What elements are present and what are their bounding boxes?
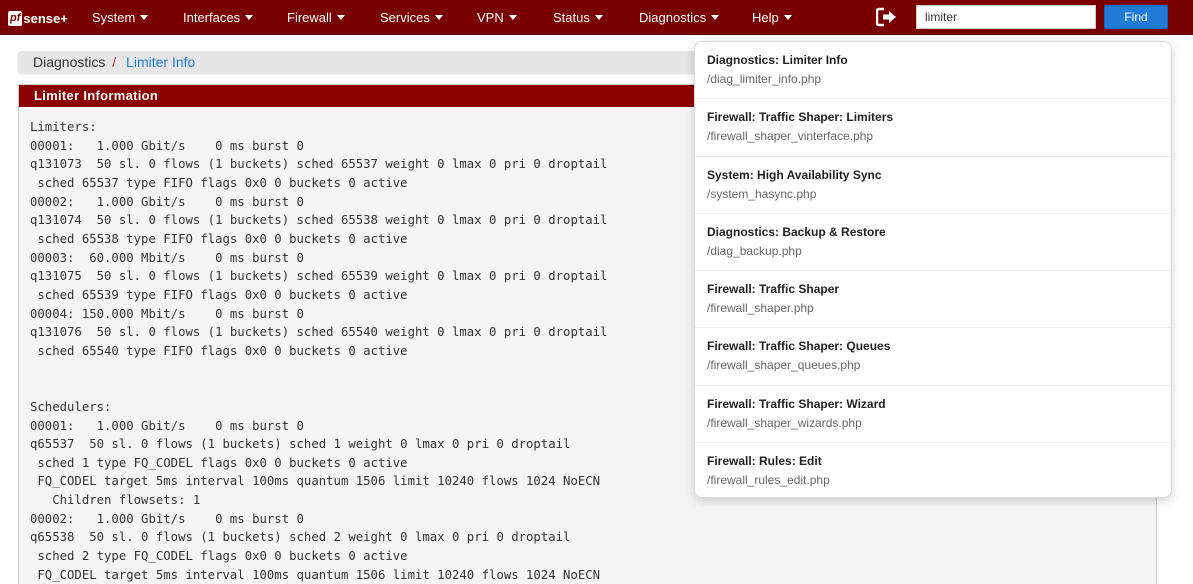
search-result-item[interactable]: System: High Availability Sync /system_h… [695, 157, 1171, 214]
search-input[interactable] [916, 5, 1096, 29]
caret-down-icon [434, 15, 443, 21]
logo-pf: pf [8, 10, 23, 26]
sign-out-icon[interactable] [875, 7, 898, 27]
search-result-path: /firewall_shaper_queues.php [707, 358, 861, 373]
nav-menu-diagnostics[interactable]: Diagnostics [639, 0, 720, 35]
search-result-title: Diagnostics: Limiter Info [707, 53, 848, 67]
search-result-path: /diag_backup.php [707, 243, 802, 258]
search-result-item[interactable]: Firewall: Rules: Edit /firewall_rules_ed… [695, 443, 1171, 497]
search-result-item[interactable]: Firewall: Traffic Shaper: Limiters /fire… [695, 99, 1171, 157]
search-result-title: Firewall: Traffic Shaper: Wizard [707, 396, 886, 411]
search-result-path: /firewall_shaper_wizards.php [707, 415, 862, 430]
nav-menu-label: VPN [477, 10, 504, 25]
search-result-title: Firewall: Rules: Edit [707, 453, 822, 468]
breadcrumb-parent[interactable]: Diagnostics [33, 54, 105, 70]
nav-menu-interfaces[interactable]: Interfaces [183, 0, 254, 35]
search-result-path: /firewall_shaper_vinterface.php [707, 129, 874, 144]
nav-menu-label: Services [380, 10, 430, 25]
search-result-item[interactable]: Firewall: Traffic Shaper /firewall_shape… [695, 271, 1171, 329]
caret-down-icon [508, 15, 517, 21]
nav-menu-label: Firewall [287, 10, 332, 25]
search-result-title: Diagnostics: Backup & Restore [707, 224, 886, 239]
limiter-output: Limiters: 00001: 1.000 Gbit/s 0 ms burst… [30, 120, 608, 582]
search-result-item[interactable]: Diagnostics: Backup & Restore /diag_back… [695, 214, 1171, 271]
breadcrumb-separator: / [112, 54, 117, 70]
caret-down-icon [783, 15, 792, 21]
search-result-path: /system_hasync.php [707, 186, 817, 201]
search-result-title: Firewall: Traffic Shaper [707, 282, 840, 296]
search-result-item[interactable]: Firewall: Traffic Shaper: Queues /firewa… [695, 328, 1171, 386]
nav-menu-label: Help [752, 10, 779, 25]
nav-menu-label: Status [553, 10, 590, 25]
nav-menu-vpn[interactable]: VPN [477, 0, 517, 35]
breadcrumb-current[interactable]: Limiter Info [126, 54, 195, 70]
search-result-item[interactable]: Diagnostics: Limiter Info /diag_limiter_… [695, 42, 1171, 100]
caret-down-icon [336, 15, 345, 21]
caret-down-icon [711, 15, 720, 21]
pfsense-logo[interactable]: pf sense+ [8, 9, 68, 27]
search-results-dropdown: Diagnostics: Limiter Info /diag_limiter_… [694, 41, 1172, 498]
nav-menu-label: Interfaces [183, 10, 241, 25]
top-navbar: pf sense+ System Interfaces Firewall Ser… [0, 0, 1193, 35]
nav-menu-label: Diagnostics [639, 10, 707, 25]
search-result-title: Firewall: Traffic Shaper: Limiters [707, 110, 894, 125]
search-result-title: Firewall: Traffic Shaper: Queues [707, 339, 891, 354]
nav-menu-status[interactable]: Status [553, 0, 603, 35]
caret-down-icon [245, 15, 254, 21]
nav-menu-services[interactable]: Services [380, 0, 443, 35]
caret-down-icon [594, 15, 603, 21]
breadcrumb: Diagnostics / Limiter Info [18, 51, 718, 73]
search-result-item[interactable]: Firewall: Traffic Shaper: Wizard /firewa… [695, 386, 1171, 443]
search-result-path: /firewall_rules_edit.php [707, 472, 830, 487]
search-result-path: /firewall_shaper.php [707, 301, 814, 315]
caret-down-icon [140, 15, 149, 21]
nav-menu-firewall[interactable]: Firewall [287, 0, 345, 35]
nav-menu-label: System [92, 10, 136, 25]
nav-menu-help[interactable]: Help [752, 0, 792, 35]
search-result-path: /diag_limiter_info.php [707, 72, 822, 86]
logo-sense: sense+ [23, 10, 68, 26]
find-button[interactable]: Find [1104, 5, 1168, 29]
nav-menu-system[interactable]: System [92, 0, 149, 35]
search-result-title: System: High Availability Sync [707, 167, 882, 182]
